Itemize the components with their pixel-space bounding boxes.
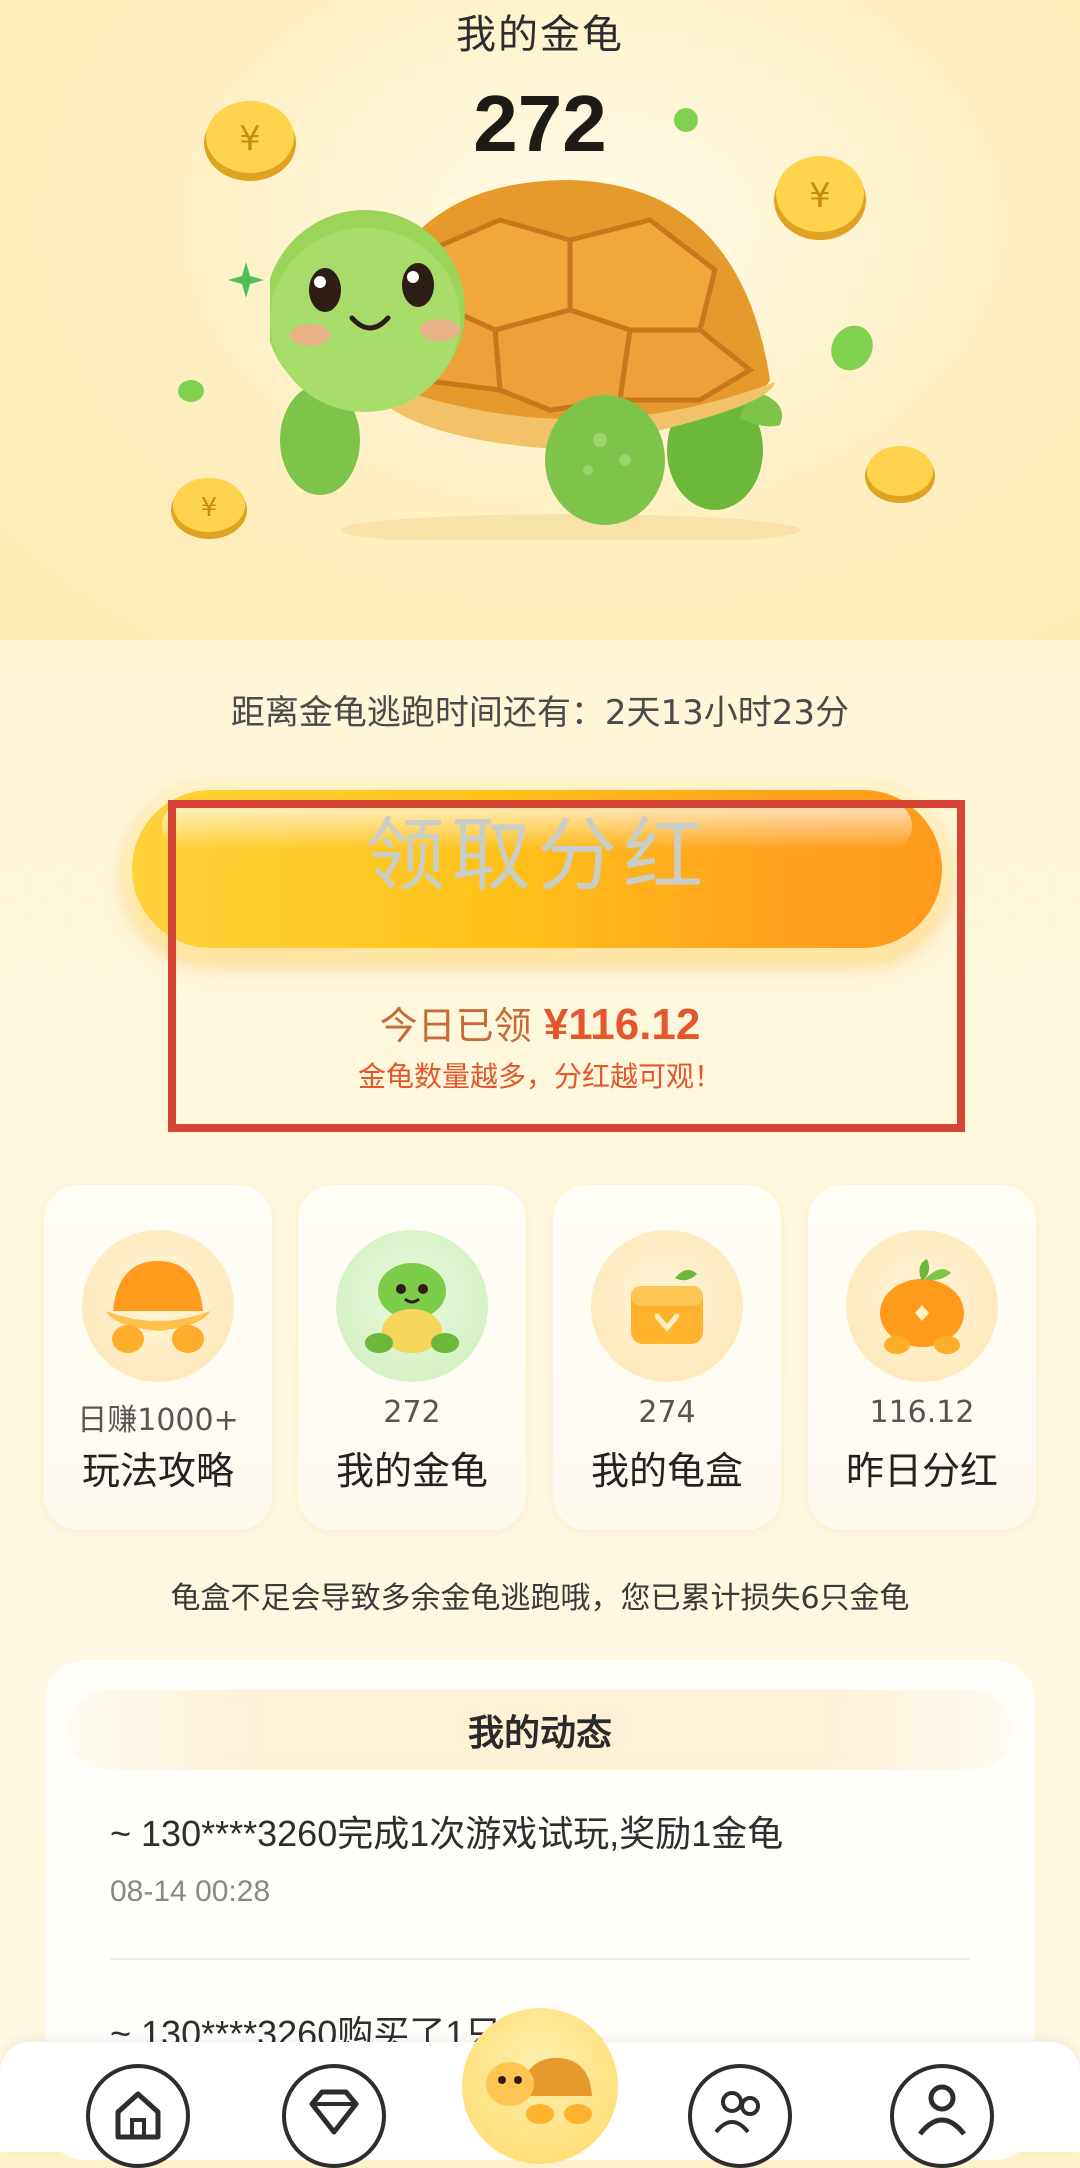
coin-icon — [865, 446, 935, 503]
card-icon-circle — [82, 1230, 234, 1382]
turtle-tab-icon — [486, 2057, 592, 2124]
hero-section: 我的金龟 272 ¥ ¥ ¥ — [0, 0, 1080, 640]
card-icon-circle — [846, 1230, 998, 1382]
turtle-mascot-icon — [270, 180, 800, 540]
today-claimed-amount: ¥116.12 — [543, 1000, 701, 1049]
card-label: 昨日分红 — [845, 1449, 998, 1493]
coin-icon: ¥ — [171, 478, 247, 539]
card-label: 我的金龟 — [335, 1449, 488, 1493]
card-icon-circle — [591, 1230, 743, 1382]
card-value: 116.12 — [869, 1395, 975, 1430]
card-value: 272 — [383, 1395, 441, 1430]
turtle-box-warning: 龟盒不足会导致多余金龟逃跑哦，您已累计损失6只金龟 — [170, 1581, 910, 1616]
tab-friends[interactable] — [688, 2064, 792, 2168]
card-label: 我的龟盒 — [590, 1449, 743, 1493]
card-yesterday-dividend[interactable]: 116.12 昨日分红 — [808, 1185, 1036, 1530]
feed-title: 我的动态 — [67, 1690, 1013, 1770]
list-item-time: 08-14 00:28 — [110, 1875, 271, 1908]
profile-icon — [918, 2084, 966, 2136]
svg-text:¥: ¥ — [201, 493, 218, 523]
card-turtle-box[interactable]: 274 我的龟盒 — [553, 1185, 781, 1530]
tab-turtle[interactable] — [462, 2008, 618, 2164]
list-item: ~ 130****3260完成1次游戏试玩,奖励1金龟 — [110, 1813, 784, 1854]
card-value: 日赚1000+ — [77, 1403, 239, 1438]
card-icon-circle — [336, 1230, 488, 1382]
claim-tip: 金龟数量越多，分红越可观！ — [357, 1060, 722, 1093]
sparkle-icon — [178, 380, 204, 402]
home-icon — [115, 2091, 161, 2140]
turtle-count: 272 — [473, 79, 607, 168]
escape-countdown: 距离金龟逃跑时间还有：2天13小时23分 — [230, 693, 850, 733]
tab-diamond[interactable] — [282, 2064, 386, 2168]
star-sparkle-icon — [228, 262, 264, 298]
turtle-box-icon — [631, 1269, 703, 1344]
friends-icon — [714, 2091, 760, 2134]
tab-profile[interactable] — [890, 2064, 994, 2168]
page-title: 我的金龟 — [456, 12, 624, 58]
tab-home[interactable] — [86, 2064, 190, 2168]
diamond-icon — [309, 2089, 359, 2135]
card-value: 274 — [638, 1395, 696, 1430]
today-claimed: 今日已领 ¥116.12 — [0, 995, 1080, 1050]
today-claimed-prefix: 今日已领 — [379, 1004, 532, 1048]
sparkle-icon — [674, 108, 698, 132]
svg-text:¥: ¥ — [809, 176, 831, 216]
card-my-turtles[interactable]: 272 我的金龟 — [298, 1185, 526, 1530]
sparkle-icon — [823, 318, 881, 378]
divider — [110, 1958, 970, 1960]
card-label: 玩法攻略 — [81, 1449, 234, 1493]
orange-turtle-icon — [880, 1259, 964, 1354]
card-strategy[interactable]: 日赚1000+ 玩法攻略 — [44, 1185, 272, 1530]
green-turtle-icon — [365, 1263, 459, 1353]
svg-text:¥: ¥ — [239, 119, 261, 159]
turtle-shell-icon — [106, 1261, 210, 1353]
